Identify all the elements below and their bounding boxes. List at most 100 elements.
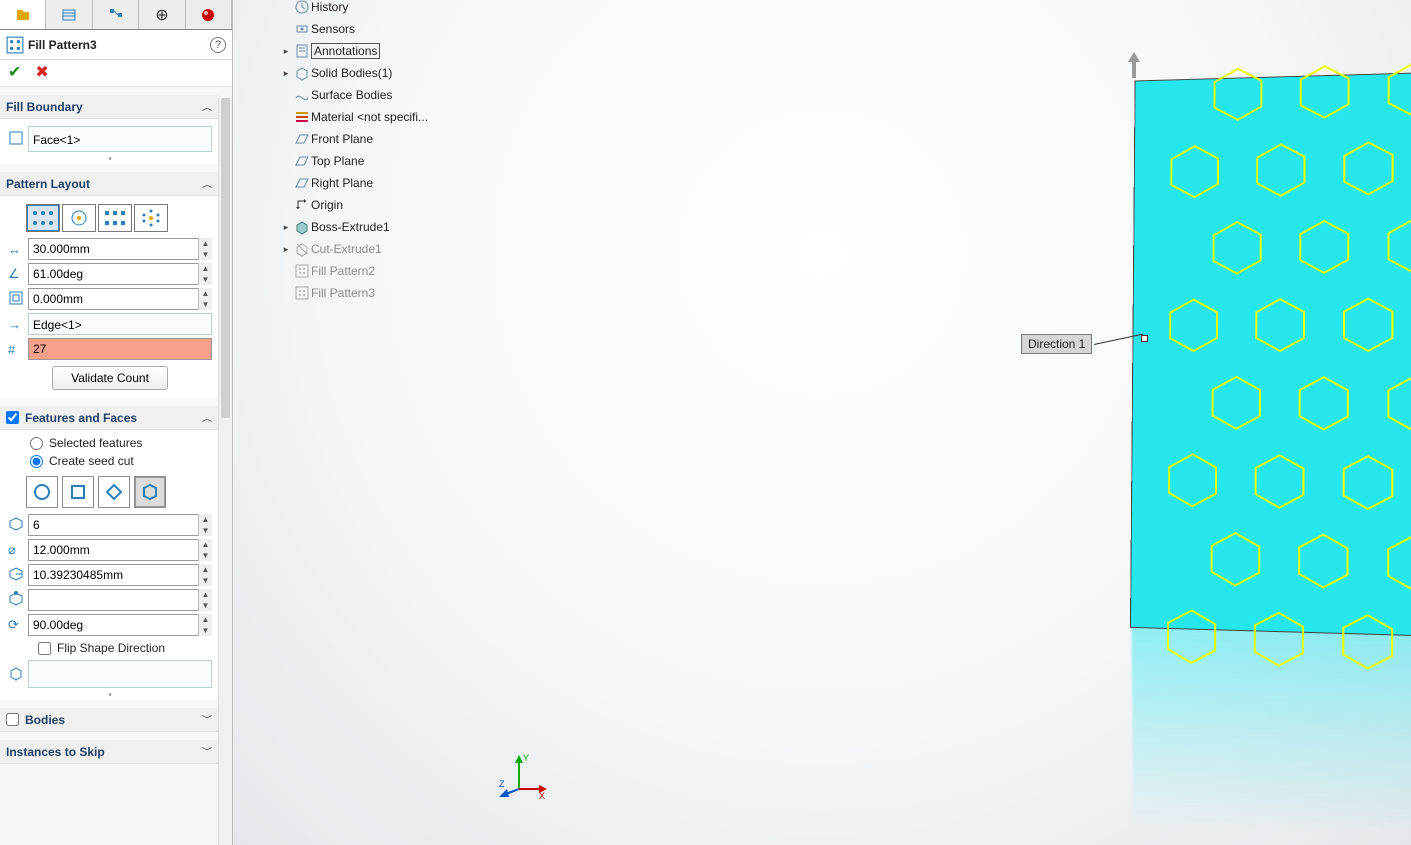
spinner[interactable]: ▲▼ — [198, 288, 212, 310]
flip-shape-checkbox[interactable] — [38, 642, 51, 655]
origin-icon — [293, 197, 311, 213]
tree-node[interactable]: ▸Solid Bodies(1) — [251, 62, 428, 84]
chevron-up-icon: ︿ — [202, 412, 212, 423]
inner-radius-input[interactable] — [28, 564, 212, 586]
tree-node-label: Origin — [311, 198, 343, 212]
spinner[interactable]: ▲▼ — [198, 564, 212, 586]
margins-input[interactable] — [28, 288, 212, 310]
shape-square[interactable] — [62, 476, 94, 508]
tree-node-label: Sensors — [311, 22, 355, 36]
spinner[interactable]: ▲▼ — [198, 238, 212, 260]
square-icon — [69, 483, 87, 501]
fill-icon — [293, 263, 311, 279]
spinner[interactable]: ▲▼ — [198, 263, 212, 285]
direction-callout[interactable]: Direction 1 — [1021, 334, 1148, 354]
solid-icon — [293, 65, 311, 81]
shape-diamond[interactable] — [98, 476, 130, 508]
layout-circular[interactable] — [62, 204, 96, 232]
expand-toggle[interactable]: ▸ — [279, 222, 293, 233]
pattern-instance — [1163, 450, 1222, 511]
help-button[interactable]: ? — [210, 37, 226, 53]
seed-blank-input[interactable] — [28, 589, 212, 611]
expand-toggle[interactable]: ▸ — [279, 46, 293, 57]
section-label: Pattern Layout — [6, 177, 90, 191]
radio-label: Selected features — [49, 436, 142, 450]
chevron-down-icon: ︿ — [202, 746, 212, 757]
layout-type-toggle — [26, 204, 212, 232]
selection-resize-handle[interactable]: • — [8, 153, 212, 160]
accept-button[interactable]: ✔ — [8, 64, 21, 82]
section-label: Fill Boundary — [6, 100, 83, 114]
fill-pattern-icon — [6, 36, 24, 54]
panel-scrollbar[interactable] — [218, 98, 232, 845]
expand-toggle[interactable]: ▸ — [279, 244, 293, 255]
polygon-sides-input[interactable] — [28, 514, 212, 536]
feature-name: Fill Pattern3 — [28, 38, 97, 52]
shape-polygon[interactable] — [134, 476, 166, 508]
tree-node-label: Front Plane — [311, 132, 373, 146]
pattern-direction-input[interactable] — [28, 313, 212, 335]
tree-node[interactable]: History — [251, 0, 428, 18]
fill-boundary-input[interactable] — [28, 126, 212, 152]
tree-node[interactable]: Material <not specifi... — [251, 106, 428, 128]
color-ball-icon — [200, 7, 216, 23]
instance-count-input[interactable] — [28, 338, 212, 360]
spinner[interactable]: ▲▼ — [198, 614, 212, 636]
stagger-angle-input[interactable] — [28, 263, 212, 285]
tree-node[interactable]: Sensors — [251, 18, 428, 40]
layout-perforation[interactable] — [26, 204, 60, 232]
tree-node[interactable]: ▸Annotations — [251, 40, 428, 62]
pm-tab-list[interactable] — [46, 0, 92, 29]
tree-node-label: Top Plane — [311, 154, 364, 168]
body-scope-input[interactable] — [28, 660, 212, 688]
graphics-viewport[interactable]: History Sensors ▸Annotations▸Solid Bodies(… — [233, 0, 1411, 845]
chevron-up-icon: ︿ — [202, 178, 212, 189]
tree-node[interactable]: Surface Bodies — [251, 84, 428, 106]
flip-shape-label: Flip Shape Direction — [57, 641, 165, 655]
pm-tab-appearance[interactable] — [186, 0, 232, 29]
tree-node[interactable]: Origin — [251, 194, 428, 216]
pm-tab-feature[interactable] — [0, 0, 46, 29]
section-pattern-layout-header[interactable]: Pattern Layout ︿ — [0, 172, 218, 196]
section-bodies-header[interactable]: Bodies ︿ — [0, 708, 218, 732]
direction-callout-label: Direction 1 — [1021, 334, 1092, 354]
radio-create-seed-cut[interactable] — [30, 455, 43, 468]
property-scroll[interactable]: Fill Boundary ︿ • Pattern Layout ︿ — [0, 87, 232, 845]
pm-tab-target[interactable]: ⊕ — [139, 0, 185, 29]
loop-spacing-input[interactable] — [28, 238, 212, 260]
expand-toggle[interactable]: ▸ — [279, 68, 293, 79]
tree-node[interactable]: Top Plane — [251, 150, 428, 172]
rotation-angle-input[interactable] — [28, 614, 212, 636]
callout-endpoint[interactable] — [1141, 335, 1148, 342]
spinner[interactable]: ▲▼ — [198, 514, 212, 536]
tree-node[interactable]: Fill Pattern2 — [251, 260, 428, 282]
spinner[interactable]: ▲▼ — [198, 589, 212, 611]
flyout-feature-tree[interactable]: History Sensors ▸Annotations▸Solid Bodies(… — [251, 0, 428, 304]
section-features-faces-header[interactable]: Features and Faces ︿ — [0, 406, 218, 430]
view-triad[interactable]: Y X Z — [499, 749, 549, 799]
tree-node[interactable]: ▸Boss-Extrude1 — [251, 216, 428, 238]
tree-node[interactable]: Front Plane — [251, 128, 428, 150]
inner-radius-icon — [8, 566, 28, 585]
features-faces-checkbox[interactable] — [6, 411, 19, 424]
radio-selected-features[interactable] — [30, 437, 43, 450]
layout-square[interactable] — [98, 204, 132, 232]
bodies-checkbox[interactable] — [6, 713, 19, 726]
diamond-icon — [105, 483, 123, 501]
tree-node[interactable]: Right Plane — [251, 172, 428, 194]
extrude-direction-arrow[interactable] — [1125, 50, 1143, 83]
section-instances-skip-header[interactable]: Instances to Skip ︿ — [0, 740, 218, 764]
cancel-button[interactable]: ✖ — [35, 64, 48, 82]
layout-polygon[interactable] — [134, 204, 168, 232]
outer-diameter-input[interactable] — [28, 539, 212, 561]
material-icon — [293, 109, 311, 125]
model-preview[interactable] — [1130, 72, 1411, 636]
tree-node[interactable]: Fill Pattern3 — [251, 282, 428, 304]
section-fill-boundary-header[interactable]: Fill Boundary ︿ — [0, 95, 218, 119]
validate-count-button[interactable]: Validate Count — [52, 366, 168, 390]
pm-tab-tree[interactable] — [93, 0, 139, 29]
spinner[interactable]: ▲▼ — [198, 539, 212, 561]
shape-circle[interactable] — [26, 476, 58, 508]
selection-resize-handle[interactable]: • — [8, 689, 212, 696]
tree-node[interactable]: ▸Cut-Extrude1 — [251, 238, 428, 260]
